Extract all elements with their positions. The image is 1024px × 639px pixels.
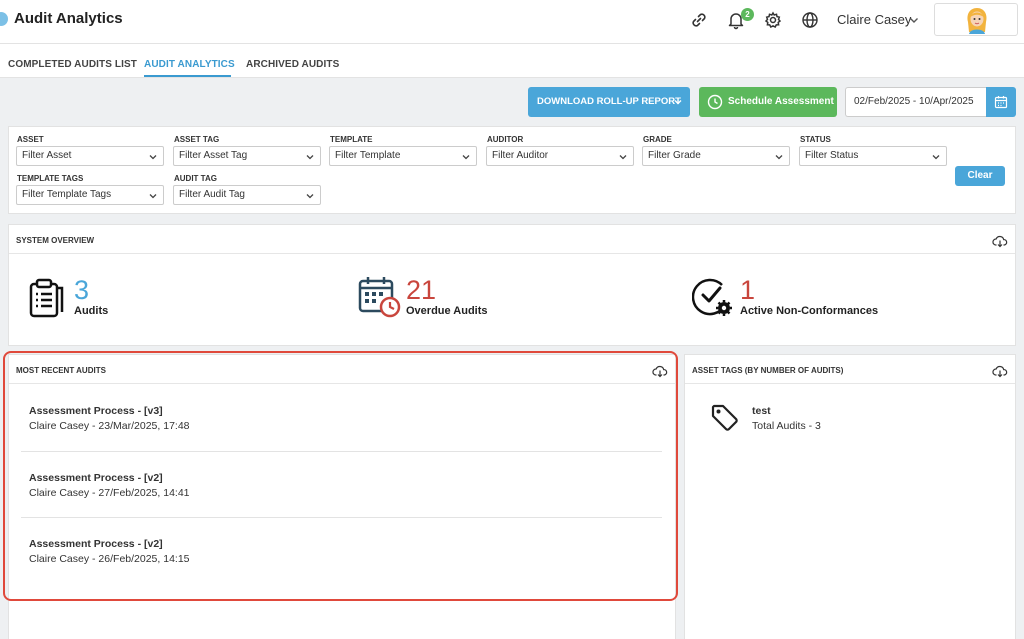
chevron-down-icon — [149, 194, 157, 199]
filter-asset-tag-select[interactable]: Filter Asset Tag — [173, 146, 321, 166]
non-conformances-label: Active Non-Conformances — [740, 305, 879, 317]
audit-meta: Claire Casey - 23/Mar/2025, 17:48 — [29, 420, 190, 432]
audit-list-item[interactable]: Assessment Process - [v2] Claire Casey -… — [29, 472, 190, 499]
filter-asset-tag-value: Filter Asset Tag — [179, 150, 248, 161]
asset-tag-name[interactable]: test — [752, 405, 771, 417]
filter-audit-tag-value: Filter Audit Tag — [179, 189, 245, 200]
date-picker-button[interactable] — [986, 87, 1016, 117]
filter-template-value: Filter Template — [335, 150, 401, 161]
filter-auditor-value: Filter Auditor — [492, 150, 549, 161]
globe-icon[interactable] — [800, 10, 820, 30]
filter-auditor-label: AUDITOR — [487, 135, 524, 144]
filter-grade-select[interactable]: Filter Grade — [642, 146, 790, 166]
recent-audits-title: MOST RECENT AUDITS — [16, 366, 106, 375]
asset-tags-panel — [684, 354, 1016, 639]
system-overview-panel — [8, 224, 1016, 346]
chevron-down-icon — [619, 155, 627, 160]
filter-asset-value: Filter Asset — [22, 150, 72, 161]
chevron-down-icon — [932, 155, 940, 160]
date-range-input[interactable]: 02/Feb/2025 - 10/Apr/2025 — [845, 87, 987, 117]
divider — [9, 253, 1015, 254]
schedule-assessment-label: Schedule Assessment — [728, 96, 834, 107]
chevron-down-icon — [775, 155, 783, 160]
non-conformances-count: 1 — [740, 275, 756, 305]
schedule-assessment-button[interactable]: Schedule Assessment — [699, 87, 837, 117]
tab-bar: COMPLETED AUDITS LIST AUDIT ANALYTICS AR… — [0, 44, 1024, 78]
chevron-down-icon — [149, 155, 157, 160]
tag-icon — [711, 404, 738, 431]
chevron-down-icon[interactable] — [908, 14, 920, 26]
system-overview-title: SYSTEM OVERVIEW — [16, 236, 95, 245]
avatar[interactable] — [934, 3, 1018, 36]
filter-template-tags-select[interactable]: Filter Template Tags — [16, 185, 164, 205]
divider — [21, 517, 662, 518]
audits-count: 3 — [74, 275, 90, 305]
user-name[interactable]: Claire Casey — [837, 12, 911, 27]
clear-filters-button[interactable]: Clear — [955, 166, 1005, 186]
asset-tag-count: Total Audits - 3 — [752, 420, 821, 432]
chevron-down-icon — [306, 194, 314, 199]
filter-status-value: Filter Status — [805, 150, 859, 161]
app-logo-icon — [0, 12, 8, 26]
filter-audit-tag-label: AUDIT TAG — [174, 174, 217, 183]
top-bar: Audit Analytics 2 Claire Casey — [0, 0, 1024, 44]
audit-name: Assessment Process - [v3] — [29, 405, 163, 417]
filter-asset-label: ASSET — [17, 135, 44, 144]
cloud-download-icon[interactable] — [992, 234, 1008, 248]
audit-name: Assessment Process - [v2] — [29, 538, 163, 550]
divider — [685, 383, 1015, 384]
overdue-audits-count: 21 — [406, 275, 437, 305]
filter-template-label: TEMPLATE — [330, 135, 373, 144]
divider — [21, 451, 662, 452]
filter-asset-select[interactable]: Filter Asset — [16, 146, 164, 166]
audit-meta: Claire Casey - 27/Feb/2025, 14:41 — [29, 487, 190, 499]
divider — [9, 383, 675, 384]
cloud-download-icon[interactable] — [992, 364, 1008, 378]
tab-completed-audits[interactable]: COMPLETED AUDITS LIST — [8, 59, 137, 70]
filter-grade-value: Filter Grade — [648, 150, 701, 161]
filter-grade-label: GRADE — [643, 135, 672, 144]
audit-meta: Claire Casey - 26/Feb/2025, 14:15 — [29, 553, 190, 565]
filter-status-label: STATUS — [800, 135, 831, 144]
filter-asset-tag-label: ASSET TAG — [174, 135, 220, 144]
clock-icon — [707, 94, 723, 110]
filter-template-tags-value: Filter Template Tags — [22, 189, 112, 200]
audit-name: Assessment Process - [v2] — [29, 472, 163, 484]
gear-icon[interactable] — [763, 10, 783, 30]
calendar-icon — [994, 96, 1008, 109]
chevron-down-icon — [306, 155, 314, 160]
app-title: Audit Analytics — [14, 10, 123, 27]
tab-audit-analytics[interactable]: AUDIT ANALYTICS — [144, 59, 235, 70]
clipboard-list-icon — [29, 278, 64, 318]
filter-status-select[interactable]: Filter Status — [799, 146, 947, 166]
download-rollup-report-label: DOWNLOAD ROLL-UP REPORT — [537, 96, 681, 107]
filter-template-select[interactable]: Filter Template — [329, 146, 477, 166]
filter-audit-tag-select[interactable]: Filter Audit Tag — [173, 185, 321, 205]
calendar-clock-icon — [358, 277, 401, 318]
tab-archived-audits[interactable]: ARCHIVED AUDITS — [246, 59, 339, 70]
link-icon[interactable] — [689, 10, 709, 30]
asset-tags-title: ASSET TAGS (BY NUMBER OF AUDITS) — [692, 366, 844, 375]
audits-label: Audits — [74, 305, 109, 317]
audit-list-item[interactable]: Assessment Process - [v2] Claire Casey -… — [29, 538, 190, 565]
cloud-download-icon[interactable] — [652, 364, 668, 378]
chevron-down-icon — [674, 100, 682, 105]
chevron-down-icon — [462, 155, 470, 160]
check-gear-icon — [692, 278, 732, 316]
audit-list-item[interactable]: Assessment Process - [v3] Claire Casey -… — [29, 405, 190, 432]
filter-template-tags-label: TEMPLATE TAGS — [17, 174, 84, 183]
notification-badge: 2 — [741, 8, 754, 21]
active-tab-indicator — [144, 75, 231, 77]
filter-auditor-select[interactable]: Filter Auditor — [486, 146, 634, 166]
download-rollup-report-button[interactable]: DOWNLOAD ROLL-UP REPORT — [528, 87, 690, 117]
overdue-audits-label: Overdue Audits — [406, 305, 488, 317]
